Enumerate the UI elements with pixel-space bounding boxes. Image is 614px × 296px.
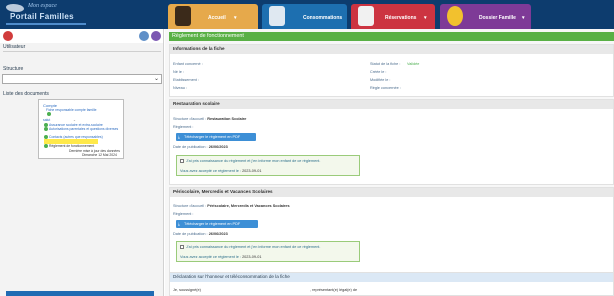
section-header: Déclaration sur l'honneur et téléconsomm…	[170, 273, 613, 282]
logo-mark	[6, 4, 24, 12]
nav-tab-accueil[interactable]: Accueil ▾	[168, 4, 258, 29]
logo-line-2: Portail Familles	[10, 12, 74, 21]
download-pdf-button[interactable]: ⤓ Télécharger le règlement en PDF	[176, 133, 256, 141]
niveau-label: Niveau :	[173, 86, 187, 90]
chevron-down-icon: ▾	[424, 15, 427, 21]
chevron-down-icon: ▾	[522, 15, 525, 21]
user-icon[interactable]	[151, 31, 161, 41]
download-icon: ⤓	[178, 221, 180, 226]
nav-tab-label: Accueil	[208, 15, 226, 21]
valid-icon	[44, 143, 48, 148]
regle-label: Règle concernée :	[370, 86, 401, 90]
date-publication: Date de publication : 26/06/2023	[173, 232, 228, 236]
sidebar-bottom-bar	[6, 291, 154, 296]
child-heading: salut	[43, 118, 51, 122]
accept-checkbox[interactable]	[180, 159, 184, 163]
home-icon	[175, 6, 191, 26]
download-pdf-label: Télécharger le règlement en PDF	[184, 135, 241, 139]
logo-line-1: Mon espace	[28, 3, 57, 9]
nav-tab-reservations[interactable]: Réservations ▾	[351, 4, 435, 29]
structure-label: Structure d'accueil : Périscolaire, Merc…	[173, 204, 290, 208]
sidebar: Utilisateur Structure ⌄ Liste des docume…	[0, 29, 164, 296]
section-title: Déclaration sur l'honneur et téléconsomm…	[173, 274, 290, 279]
documents-list: Compte Fiche responsable compte famille …	[38, 99, 124, 159]
chevron-down-icon: ▾	[234, 15, 237, 21]
nav-tab-consommations[interactable]: Consommations	[262, 4, 347, 29]
home-icon[interactable]	[3, 31, 13, 41]
utilisateur-label: Utilisateur	[3, 44, 26, 50]
help-icon[interactable]	[139, 31, 149, 41]
structure-value: Restauration Scolaire	[207, 117, 247, 121]
structure-value: Périscolaire, Mercredis et Vacances Scol…	[207, 204, 290, 208]
statut-value: Validée	[407, 62, 420, 66]
page-title: Règlement de fonctionnement	[172, 33, 244, 39]
reservation-icon	[358, 6, 374, 26]
info-section: Informations de la fiche Enfant concerné…	[169, 44, 614, 97]
periscolaire-section: Périscolaire, Mercredis et Vacances Scol…	[169, 187, 614, 275]
enfant-label: Enfant concerné :	[173, 62, 203, 66]
section-header: Restauration scolaire	[170, 100, 613, 109]
ne-label: Né le :	[173, 70, 184, 74]
family-icon	[447, 6, 463, 26]
restauration-section: Restauration scolaire Structure d'accuei…	[169, 99, 614, 185]
nav-tab-label: Dossier Famille	[479, 15, 516, 21]
creee-label: Créée le :	[370, 70, 387, 74]
download-pdf-label: Télécharger le règlement en PDF	[184, 222, 241, 226]
section-header: Informations de la fiche	[170, 45, 613, 54]
section-header: Périscolaire, Mercredis et Vacances Scol…	[170, 188, 613, 197]
accepted-date: Vous avez accepté ce règlement le : 2023…	[180, 169, 262, 173]
acceptance-box: J'ai pris connaissance du règlement et j…	[176, 241, 360, 262]
acceptance-box: J'ai pris connaissance du règlement et j…	[176, 155, 360, 176]
accepted-date: Vous avez accepté ce règlement le : 2023…	[180, 255, 262, 259]
page-title-bar: Règlement de fonctionnement	[169, 32, 614, 41]
nav-tab-label: Réservations	[385, 15, 417, 21]
declaration-section: Déclaration sur l'honneur et téléconsomm…	[169, 272, 614, 296]
portal-logo[interactable]: Mon espace Portail Familles	[2, 2, 88, 27]
download-pdf-button[interactable]: ⤓ Télécharger le règlement en PDF	[176, 220, 258, 228]
download-icon: ⤓	[178, 134, 180, 139]
accept-text: J'ai pris connaissance du règlement et j…	[186, 159, 321, 163]
doc-item-selected[interactable]: Règlement de fonctionnement	[49, 144, 94, 148]
structure-label: Structure d'accueil : Restauration Scola…	[173, 117, 247, 121]
chevron-down-icon: ⌄	[153, 76, 159, 82]
doc-item[interactable]: Autorisations parentales et questions di…	[49, 127, 118, 131]
declaration-text-b: , représentant(e) légal(e) de	[310, 288, 358, 292]
structure-select[interactable]: ⌄	[2, 74, 162, 84]
declaration-text-a: Je, soussigné(e)	[173, 288, 201, 292]
section-title: Restauration scolaire	[173, 101, 220, 106]
section-title: Informations de la fiche	[173, 46, 225, 51]
modifiee-label: Modifiée le :	[370, 78, 391, 82]
top-bar: Mon espace Portail Familles Accueil ▾ Co…	[0, 0, 614, 29]
calendar-icon	[269, 6, 285, 26]
etablissement-label: Etablissement :	[173, 78, 199, 82]
logo-underline	[6, 23, 86, 25]
accept-checkbox[interactable]	[180, 245, 184, 249]
reglement-label: Règlement :	[173, 125, 194, 129]
statut-label: Statut de la fiche :	[370, 62, 401, 66]
sidebar-header	[0, 29, 163, 43]
valid-icon	[44, 127, 48, 131]
last-update-date: Dimanche 12 Mai 2024	[82, 153, 117, 157]
structure-label: Structure	[3, 66, 24, 72]
section-title: Périscolaire, Mercredis et Vacances Scol…	[173, 189, 273, 194]
date-publication: Date de publication : 26/06/2023	[173, 145, 228, 149]
nav-tab-label: Consommations	[303, 15, 343, 21]
doc-item[interactable]: Fiche responsable compte famille	[46, 108, 97, 112]
accept-text: J'ai pris connaissance du règlement et j…	[186, 245, 321, 249]
valid-icon	[47, 112, 51, 116]
nav-tab-dossier-famille[interactable]: Dossier Famille ▾	[440, 4, 531, 29]
documents-label: Liste des documents	[3, 91, 49, 97]
main-content: Règlement de fonctionnement Informations…	[165, 29, 614, 296]
divider	[3, 51, 161, 52]
chevron-down-icon: ⌄	[73, 118, 76, 122]
reglement-label: Règlement :	[173, 212, 194, 216]
